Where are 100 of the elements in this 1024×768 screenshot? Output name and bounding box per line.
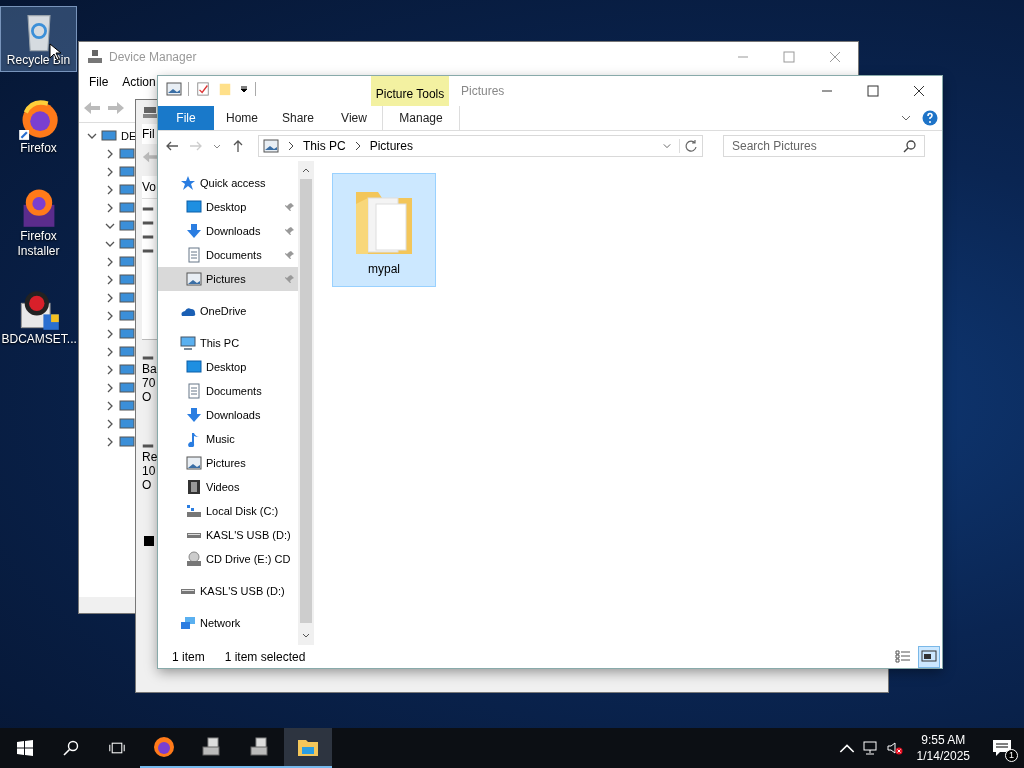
nav-item[interactable]: KASL'S USB (D:) [158,523,298,547]
chevron-right-icon[interactable] [353,141,362,151]
tree-item-label: DE [121,130,137,142]
properties-icon[interactable] [195,82,211,96]
pin-icon[interactable] [285,250,295,260]
download-icon [186,223,202,239]
ribbon-tab[interactable]: File [158,106,214,130]
star-icon [180,175,196,191]
pictures-icon [186,271,202,287]
drive-icon [186,531,202,539]
device-icon [119,417,135,431]
breadcrumb[interactable]: This PC [303,139,346,153]
device-icon [119,399,135,413]
nav-item[interactable]: Desktop [158,355,298,379]
status-text: 1 item [172,649,205,664]
pictures-icon[interactable] [166,82,182,96]
taskbar-app-button[interactable] [284,728,332,768]
folder-item[interactable]: mypal [332,173,436,287]
refresh-icon[interactable] [679,139,698,153]
nav-item[interactable]: Downloads [158,219,298,243]
chevron-down-icon[interactable] [105,221,115,231]
desktop-icon-label: Firefox Installer [16,229,61,259]
window-title: Pictures [461,83,505,100]
chevron-right-icon[interactable] [105,401,115,411]
device-icon [119,309,135,323]
clock-date[interactable]: 1/14/2025 [916,748,970,764]
chevron-right-icon[interactable] [105,275,115,285]
nav-item[interactable]: CD Drive (E:) CD [158,547,298,571]
detail-text: 10 [142,464,156,478]
nav-item[interactable]: This PC [158,331,298,355]
chevron-right-icon[interactable] [105,365,115,375]
desktop-icon[interactable]: Recycle Bin [0,6,77,72]
ribbon-tab[interactable]: Manage [382,106,460,130]
nav-item[interactable]: Pictures [158,267,298,291]
document-icon [186,247,202,263]
computer-icon [87,49,103,65]
pin-icon[interactable] [285,202,295,212]
video-icon [186,479,202,495]
device-icon [119,219,135,233]
chevron-down-icon[interactable] [87,131,97,141]
chevron-right-icon[interactable] [105,149,115,159]
search-field[interactable]: Search Pictures [723,135,925,157]
device-icon [142,106,158,120]
message-icon [992,739,1012,757]
system-disk-icon [186,503,202,519]
clock-time[interactable]: 9:55 AM [921,732,966,748]
chevron-right-icon[interactable] [105,329,115,339]
menu-item[interactable]: Action [122,75,156,93]
contextual-tab-label: Picture Tools [371,76,449,106]
nav-item[interactable]: Documents [158,379,298,403]
chevron-right-icon[interactable] [105,203,115,213]
chevron-right-icon[interactable] [105,167,115,177]
chevron-down-icon[interactable] [105,239,115,249]
help-icon[interactable] [922,110,938,126]
breadcrumb[interactable]: Pictures [369,139,414,153]
chevron-right-icon[interactable] [105,311,115,321]
device-icon [119,435,135,449]
chevron-right-icon[interactable] [105,257,115,267]
window-title: Device Manager [109,50,197,64]
nav-item[interactable]: Network [158,611,298,635]
address-bar[interactable]: This PC Pictures [258,135,703,157]
expand-ribbon-icon[interactable] [900,113,912,123]
chevron-right-icon[interactable] [105,383,115,393]
scrollbar-thumb[interactable] [300,179,312,623]
pin-icon[interactable] [285,226,295,236]
nav-item[interactable]: Local Disk (C:) [158,499,298,523]
scrollbar[interactable] [298,161,314,645]
nav-item[interactable]: Music [158,427,298,451]
scroll-up-icon[interactable] [301,166,311,174]
drive-icon [142,354,154,362]
customize-dropdown-icon[interactable] [239,84,249,94]
scroll-down-icon[interactable] [301,632,311,640]
chevron-right-icon[interactable] [105,347,115,357]
device-icon [119,345,135,359]
nav-item[interactable]: Downloads [158,403,298,427]
drive-icon [142,205,154,213]
desktop-icon[interactable]: BDCAMSET... [0,285,77,351]
device-icon [119,291,135,305]
chevron-right-icon[interactable] [105,185,115,195]
chevron-right-icon[interactable] [105,437,115,447]
desktop-icon[interactable]: Firefox Installer [0,182,77,263]
menu-item[interactable]: File [89,75,109,93]
notifications-button[interactable]: 1 [980,728,1024,768]
status-text: 1 item selected [224,649,306,664]
desktop-icon[interactable]: Firefox [0,94,77,160]
drive-icon [142,247,154,255]
chevron-right-icon[interactable] [105,419,115,429]
chevron-right-icon[interactable] [105,293,115,303]
nav-item[interactable]: Pictures [158,451,298,475]
nav-item[interactable]: Documents [158,243,298,267]
large-icons-view-button[interactable] [918,645,940,668]
nav-item[interactable]: OneDrive [158,299,298,323]
desktop-icon [186,359,202,375]
search-icon [903,139,917,153]
nav-item[interactable]: KASL'S USB (D:) [158,579,298,603]
device-icon [119,183,135,197]
nav-item[interactable]: Videos [158,475,298,499]
desktop-icon [186,199,202,215]
network-icon [180,615,196,631]
chevron-right-icon[interactable] [287,141,295,151]
